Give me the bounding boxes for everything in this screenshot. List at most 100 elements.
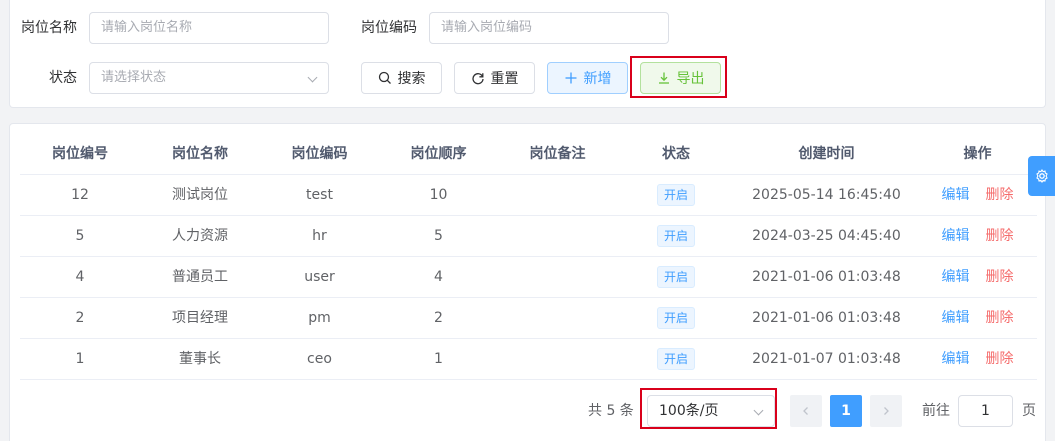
- cell-post-id: 12: [71, 187, 89, 203]
- cell-status: 开启: [617, 175, 735, 215]
- edit-link[interactable]: 编辑: [942, 187, 970, 203]
- export-highlight-box: [630, 56, 727, 98]
- cell-created-time: 2025-05-14 16:45:40: [752, 187, 901, 203]
- delete-link[interactable]: 删除: [986, 310, 1014, 326]
- cell-post-remark: [498, 216, 617, 256]
- cell-status: 开启: [617, 339, 735, 379]
- goto-page-input[interactable]: 1: [958, 395, 1013, 427]
- header-post-code: 岗位编码: [291, 146, 348, 162]
- search-form: 岗位名称 请输入岗位名称 岗位编码 请输入岗位编码 状态 请选择状态 搜索 重置…: [9, 0, 1046, 108]
- goto-label: 前往: [922, 403, 950, 419]
- post-code-label: 岗位编码: [361, 20, 417, 36]
- table-row: 12 测试岗位 test 10 开启 2025-05-14 16:45:40 编…: [20, 175, 1037, 216]
- table-row: 5 人力资源 hr 5 开启 2024-03-25 04:45:40 编辑 删除: [20, 216, 1037, 257]
- edit-link[interactable]: 编辑: [942, 310, 970, 326]
- cell-status: 开启: [617, 257, 735, 297]
- add-button-label: 新增: [583, 71, 612, 87]
- table-row: 1 董事长 ceo 1 开启 2021-01-07 01:03:48 编辑 删除: [20, 339, 1037, 380]
- search-button-label: 搜索: [397, 71, 426, 87]
- cell-post-name: 人力资源: [172, 228, 228, 244]
- cell-created-time: 2024-03-25 04:45:40: [752, 228, 901, 244]
- cell-post-order: 2: [434, 310, 443, 326]
- settings-button[interactable]: [1028, 156, 1055, 196]
- reset-button-label: 重置: [490, 71, 519, 87]
- chevron-left-icon: [803, 407, 808, 415]
- search-icon: [378, 71, 391, 84]
- gear-icon: [1035, 169, 1048, 183]
- cell-created-time: 2021-01-07 01:03:48: [752, 351, 901, 367]
- cell-post-remark: [498, 257, 617, 297]
- edit-link[interactable]: 编辑: [942, 269, 970, 285]
- status-badge: 开启: [656, 225, 695, 247]
- plus-icon: [565, 72, 576, 84]
- delete-link[interactable]: 删除: [986, 269, 1014, 285]
- delete-link[interactable]: 删除: [986, 351, 1014, 367]
- post-code-input[interactable]: 请输入岗位编码: [429, 12, 669, 44]
- refresh-icon: [471, 73, 484, 85]
- status-badge: 开启: [656, 184, 695, 206]
- cell-post-remark: [498, 175, 617, 215]
- status-badge: 开启: [656, 348, 695, 370]
- add-button[interactable]: 新增: [547, 62, 628, 94]
- cell-status: 开启: [617, 298, 735, 338]
- cell-status: 开启: [617, 216, 735, 256]
- cell-post-code: hr: [312, 228, 327, 244]
- cell-post-id: 1: [75, 351, 85, 367]
- status-select-placeholder: 请选择状态: [101, 70, 167, 85]
- cell-actions: 编辑 删除: [918, 216, 1037, 256]
- edit-link[interactable]: 编辑: [942, 351, 970, 367]
- header-status: 状态: [662, 146, 690, 162]
- cell-post-id: 4: [75, 269, 85, 285]
- header-actions: 操作: [963, 146, 992, 162]
- cell-post-order: 10: [429, 187, 448, 203]
- header-post-id: 岗位编号: [52, 146, 108, 162]
- cell-post-id: 2: [75, 310, 85, 326]
- pagination-total: 共 5 条: [588, 403, 634, 419]
- cell-post-name: 测试岗位: [172, 187, 228, 203]
- delete-link[interactable]: 删除: [986, 187, 1014, 203]
- cell-post-name: 项目经理: [172, 310, 228, 326]
- cell-post-order: 4: [434, 269, 443, 285]
- cell-actions: 编辑 删除: [918, 257, 1037, 297]
- page-number-button[interactable]: 1: [830, 395, 862, 427]
- table-row: 2 项目经理 pm 2 开启 2021-01-06 01:03:48 编辑 删除: [20, 298, 1037, 339]
- table-row: 4 普通员工 user 4 开启 2021-01-06 01:03:48 编辑删…: [20, 257, 1037, 298]
- cell-post-code: test: [306, 187, 333, 203]
- prev-page-button[interactable]: [790, 395, 822, 427]
- delete-link[interactable]: 删除: [986, 228, 1014, 244]
- header-post-name: 岗位名称: [172, 146, 228, 162]
- cell-post-code: ceo: [307, 351, 332, 367]
- cell-post-name: 普通员工: [172, 269, 228, 285]
- cell-post-order: 5: [434, 228, 443, 244]
- reset-button[interactable]: 重置: [454, 62, 535, 94]
- cell-actions: 编辑 删除: [918, 298, 1037, 338]
- cell-created-time: 2021-01-06 01:03:48: [752, 310, 901, 326]
- status-label: 状态: [49, 70, 77, 86]
- cell-post-name: 董事长: [179, 351, 221, 367]
- post-name-label: 岗位名称: [21, 20, 77, 36]
- cell-post-id: 5: [75, 228, 85, 244]
- cell-actions: 编辑 删除: [918, 339, 1037, 379]
- next-page-button[interactable]: [870, 395, 902, 427]
- status-select[interactable]: 请选择状态: [89, 62, 329, 94]
- cell-post-code: user: [304, 269, 335, 285]
- table-header: 岗位编号 岗位名称 岗位编码 岗位顺序 岗位备注 状态 创建时间 操作: [20, 134, 1037, 175]
- page-suffix-label: 页: [1022, 403, 1036, 419]
- header-created-time: 创建时间: [798, 146, 855, 162]
- cell-post-order: 1: [434, 351, 443, 367]
- edit-link[interactable]: 编辑: [942, 228, 970, 244]
- chevron-down-icon: [307, 72, 318, 83]
- header-post-remark: 岗位备注: [529, 146, 586, 162]
- cell-actions: 编辑 删除: [918, 175, 1037, 215]
- status-badge: 开启: [656, 266, 695, 288]
- post-table-card: 岗位编号 岗位名称 岗位编码 岗位顺序 岗位备注 状态 创建时间 操作 12 测…: [9, 123, 1046, 441]
- cell-post-remark: [498, 339, 617, 379]
- cell-created-time: 2021-01-06 01:03:48: [752, 269, 901, 285]
- cell-post-code: pm: [308, 310, 331, 326]
- chevron-right-icon: [884, 407, 889, 415]
- post-name-input[interactable]: 请输入岗位名称: [89, 12, 329, 44]
- search-button[interactable]: 搜索: [361, 62, 442, 94]
- header-post-order: 岗位顺序: [410, 146, 467, 162]
- status-badge: 开启: [656, 307, 695, 329]
- cell-post-remark: [498, 298, 617, 338]
